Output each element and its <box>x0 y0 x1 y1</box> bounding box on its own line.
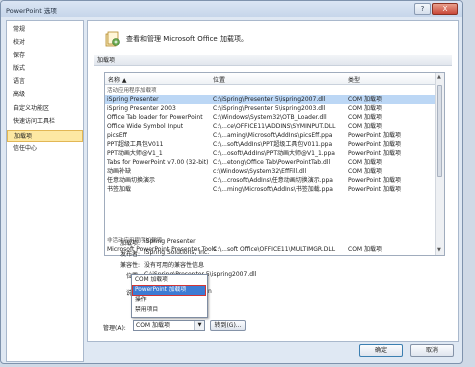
cell-type: COM 加载项 <box>348 105 382 112</box>
addins-panel: 查看和管理 Microsoft Office 加载项。 加载项 名称 ▲ 位置 … <box>87 20 459 342</box>
cell-name: 任意动画切换演示 <box>107 177 156 184</box>
scroll-down-icon[interactable]: ▼ <box>437 247 441 253</box>
cell-location: C:\iSpring\Presenter 5\ispring2007.dll <box>213 96 326 103</box>
table-row[interactable]: iSpring Presenter C:\iSpring\Presenter 5… <box>105 95 437 104</box>
nav-item-language[interactable]: 语言 <box>7 76 83 88</box>
options-dialog: PowerPoint 选项 ? X 常规 校对 保存 版式 语言 高级 自定义功… <box>0 0 463 364</box>
cell-type: PowerPoint 加载项 <box>348 186 401 193</box>
cell-location: C:\...osoft\AddIns\PPT动画大师@V1_1.ppa <box>213 150 335 157</box>
cell-name: PPT动画大师@V1_1 <box>107 150 163 157</box>
manage-select[interactable]: COM 加载项 ▼ <box>133 320 205 331</box>
group-label-active: 活动应用程序加载项 <box>107 88 157 94</box>
help-button[interactable]: ? <box>414 3 431 15</box>
cell-type: COM 加载项 <box>348 123 382 130</box>
addins-list[interactable]: 名称 ▲ 位置 类型 活动应用程序加载项 iSpring Presenter C… <box>104 72 445 256</box>
window-title: PowerPoint 选项 <box>6 7 57 15</box>
publisher-value: iSpring Solutions, Inc. <box>144 249 210 256</box>
cell-location: c:\Windows\System32\EffFill.dll <box>213 168 307 175</box>
cell-location: C:\...crosoft\AddIns\任意动画切换演示.ppa <box>213 177 333 184</box>
cell-type: PowerPoint 加载项 <box>348 177 401 184</box>
cell-location: C:\...soft\AddIns\PPT超级工具包V011.ppa <box>213 141 333 148</box>
table-row[interactable]: Office Wide Symbol Input C:\...ce\OFFICE… <box>105 122 437 131</box>
cell-type: COM 加载项 <box>348 168 382 175</box>
compatibility-label: 兼容性: <box>119 262 140 269</box>
table-row[interactable]: picsEff C:\...aming\Microsoft\AddIns\pic… <box>105 131 437 140</box>
cell-name: Office Wide Symbol Input <box>107 123 184 130</box>
options-nav: 常规 校对 保存 版式 语言 高级 自定义功能区 快速访问工具栏 加载项 信任中… <box>6 20 84 362</box>
description-value: n <box>208 288 212 295</box>
nav-item-addins[interactable]: 加载项 <box>7 130 83 142</box>
addin-value: iSpring Presenter <box>144 238 196 245</box>
column-location-header[interactable]: 位置 <box>213 75 225 84</box>
cell-name: 动画补缺 <box>107 168 132 175</box>
table-row[interactable]: Tabs for PowerPoint v7.00 (32-bit) C:\..… <box>105 158 437 167</box>
cell-name: Office Tab loader for PowerPoint <box>107 114 203 121</box>
cell-name: iSpring Presenter 2003 <box>107 105 176 112</box>
ok-button[interactable]: 确定 <box>359 344 403 357</box>
cell-location: C:\iSpring\Presenter 5\ispring2003.dll <box>213 105 326 112</box>
nav-item-proofing[interactable]: 校对 <box>7 37 83 49</box>
table-row[interactable]: 任意动画切换演示 C:\...crosoft\AddIns\任意动画切换演示.p… <box>105 176 437 185</box>
cell-name: picsEff <box>107 132 127 139</box>
cell-name: PPT超级工具包V011 <box>107 141 164 148</box>
cell-name: Tabs for PowerPoint v7.00 (32-bit) <box>107 159 209 166</box>
title-bar: PowerPoint 选项 ? X <box>1 1 462 17</box>
table-row[interactable]: PPT超级工具包V011 C:\...soft\AddIns\PPT超级工具包V… <box>105 140 437 149</box>
cell-name: iSpring Presenter <box>107 96 159 103</box>
scroll-thumb[interactable] <box>437 85 442 177</box>
cell-name: 书签加载 <box>107 186 132 193</box>
cell-location: C:\...aming\Microsoft\AddIns\picsEff.ppa <box>213 132 333 139</box>
addin-label: 加载项: <box>119 240 140 247</box>
manage-select-value: COM 加载项 <box>136 322 170 329</box>
cancel-button[interactable]: 取消 <box>410 344 454 357</box>
cell-location: C:\Windows\System32\OTB_Loader.dll <box>213 114 327 121</box>
scroll-up-icon[interactable]: ▲ <box>437 74 441 80</box>
nav-item-quick-access-toolbar[interactable]: 快速访问工具栏 <box>7 116 83 128</box>
nav-item-save[interactable]: 保存 <box>7 50 83 62</box>
cell-type: COM 加载项 <box>348 114 382 121</box>
list-scrollbar[interactable]: ▲ ▼ <box>435 73 444 255</box>
cell-location: C:\...etong\Office Tab\PowerPointTab.dll <box>213 159 331 166</box>
section-title: 加载项 <box>94 55 452 66</box>
nav-item-customize-ribbon[interactable]: 自定义功能区 <box>7 103 83 115</box>
panel-description: 查看和管理 Microsoft Office 加载项。 <box>126 35 248 43</box>
nav-item-layout[interactable]: 版式 <box>7 63 83 75</box>
cell-location: C:\...soft Office\OFFICE11\MULTIMGR.DLL <box>213 246 336 253</box>
cell-type: PowerPoint 加载项 <box>348 132 401 139</box>
manage-dropdown-list[interactable]: COM 加载项 PowerPoint 加载项 操作 禁用项目 <box>131 274 208 318</box>
publisher-label: 发布者: <box>119 251 140 258</box>
table-row[interactable]: iSpring Presenter 2003 C:\iSpring\Presen… <box>105 104 437 113</box>
list-header: 名称 ▲ 位置 类型 <box>105 73 437 85</box>
go-button[interactable]: 转到(G)... <box>210 320 246 331</box>
dropdown-option-actions[interactable]: 操作 <box>133 296 205 305</box>
close-button[interactable]: X <box>432 3 458 15</box>
compatibility-value: 没有可用的兼容性信息 <box>144 262 205 269</box>
cell-type: COM 加载项 <box>348 96 382 103</box>
cell-type: COM 加载项 <box>348 159 382 166</box>
table-row[interactable]: PPT动画大师@V1_1 C:\...osoft\AddIns\PPT动画大师@… <box>105 149 437 158</box>
column-type-header[interactable]: 类型 <box>348 75 360 84</box>
table-row[interactable]: 动画补缺 c:\Windows\System32\EffFill.dll COM… <box>105 167 437 176</box>
dropdown-option-disabled-items[interactable]: 禁用项目 <box>133 306 205 315</box>
cell-type: COM 加载项 <box>348 246 382 253</box>
nav-item-advanced[interactable]: 高级 <box>7 89 83 101</box>
cell-location: C:\...ce\OFFICE11\ADDINS\SYMINPUT.DLL <box>213 123 336 130</box>
nav-item-trust-center[interactable]: 信任中心 <box>7 143 83 155</box>
table-row[interactable]: 书签加载 C:\...ming\Microsoft\AddIns\书签加载.pp… <box>105 185 437 194</box>
manage-label: 管理(A): <box>103 325 126 332</box>
dropdown-option-powerpoint[interactable]: PowerPoint 加载项 <box>132 285 206 296</box>
cell-type: PowerPoint 加载项 <box>348 141 401 148</box>
nav-item-general[interactable]: 常规 <box>7 24 83 36</box>
table-row[interactable]: Office Tab loader for PowerPoint C:\Wind… <box>105 113 437 122</box>
column-name-header[interactable]: 名称 ▲ <box>108 75 127 84</box>
dropdown-option-com[interactable]: COM 加载项 <box>133 276 205 285</box>
chevron-down-icon[interactable]: ▼ <box>194 321 204 330</box>
cell-type: PowerPoint 加载项 <box>348 150 401 157</box>
cell-location: C:\...ming\Microsoft\AddIns\书签加载.ppa <box>213 186 333 193</box>
addins-icon <box>105 31 120 47</box>
